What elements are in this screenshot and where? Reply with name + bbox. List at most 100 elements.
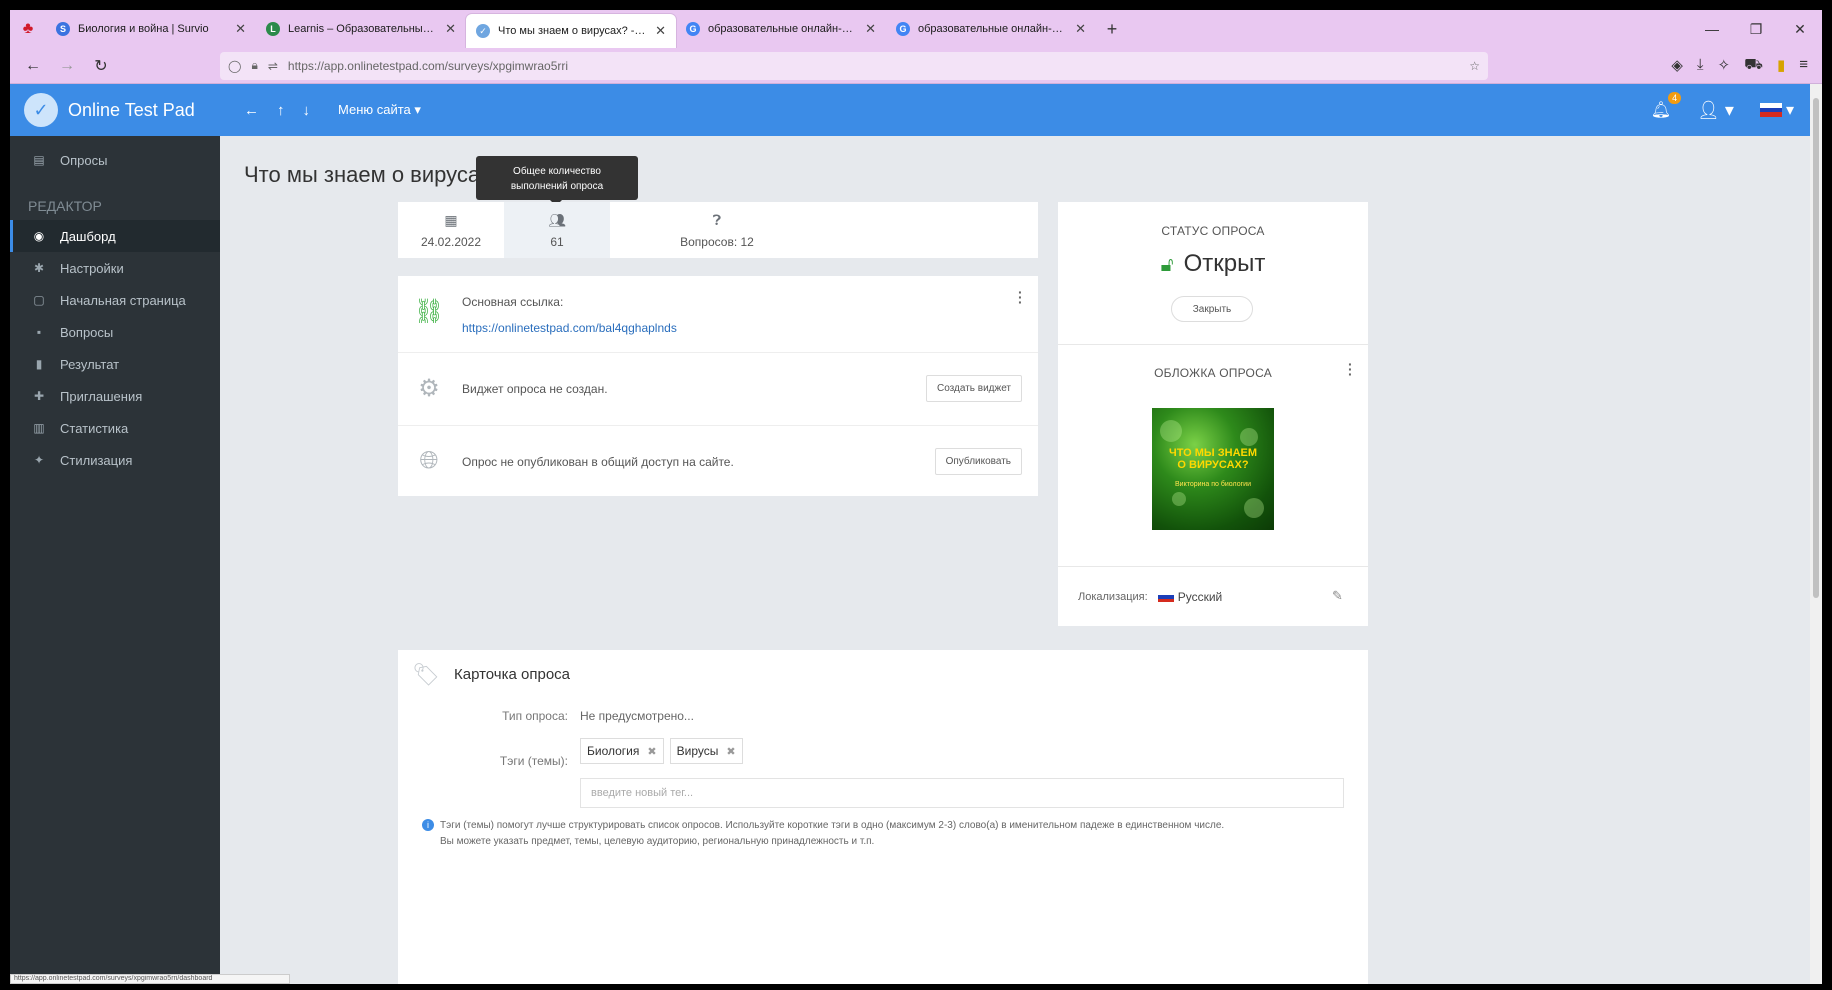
create-widget-button[interactable]: Создать виджет	[925, 375, 1022, 402]
browser-tab[interactable]: Gобразовательные онлайн-сер ✕	[886, 10, 1096, 48]
pocket-icon[interactable]: ◈	[1671, 56, 1683, 75]
brand[interactable]: ✓ Online Test Pad	[10, 84, 220, 136]
notifications-badge: 4	[1668, 92, 1682, 104]
user-menu-icon[interactable]: 👤︎ ▾	[1697, 100, 1734, 121]
new-tag-input[interactable]	[580, 778, 1344, 808]
stat-date: ▦ 24.02.2022	[398, 202, 504, 258]
extension-icon[interactable]: ✧	[1718, 56, 1731, 75]
close-survey-button[interactable]: Закрыть	[1171, 296, 1253, 322]
surveys-icon: ▤	[33, 153, 45, 167]
onlinetestpad-icon: ✓	[476, 24, 490, 38]
links-card: ⛓︎ Основная ссылка: https://onlinetestpa…	[398, 276, 1038, 496]
tag-chip: Вирусы ✖	[669, 738, 743, 764]
forward-icon[interactable]: →	[52, 52, 82, 80]
sidebar-item[interactable]: ▮ Результат	[10, 348, 220, 380]
scrollbar[interactable]	[1810, 84, 1822, 984]
minimize-icon[interactable]: —	[1690, 10, 1734, 48]
back-arrow-icon[interactable]: ←	[244, 102, 259, 119]
sidebar-item[interactable]: ✱ Настройки	[10, 252, 220, 284]
tab-close-icon[interactable]: ✕	[655, 23, 666, 39]
sidebar-item[interactable]: ▥ Статистика	[10, 412, 220, 444]
sidebar-item-label: Начальная страница	[60, 292, 186, 308]
divider	[1058, 566, 1368, 567]
link-chain-icon: ⛓︎	[413, 297, 445, 325]
gear-icon: ✱	[33, 261, 45, 275]
stat-completions-value: 61	[550, 234, 564, 249]
locale-value-text: Русский	[1177, 590, 1223, 604]
restore-icon[interactable]: ❐	[1734, 10, 1778, 48]
sidebar-item-label: Статистика	[60, 420, 129, 436]
main-link-label: Основная ссылка:	[462, 295, 564, 309]
publish-button[interactable]: Опубликовать	[934, 448, 1022, 475]
address-bar[interactable]: ◯ 🔒︎ ⇌ https://app.onlinetestpad.com/sur…	[220, 51, 1488, 80]
remove-tag-icon[interactable]: ✖	[647, 745, 656, 758]
sidebar-item[interactable]: ✦ Стилизация	[10, 444, 220, 476]
sidebar-item[interactable]: ◉ Дашборд	[10, 220, 220, 252]
tag-label: Вирусы	[676, 744, 719, 758]
tab-title: образовательные онлайн-сер	[708, 23, 858, 35]
stats-card: ▦ 24.02.2022 👥︎ 61 ❓︎ Вопросов: 12	[398, 202, 1038, 258]
sidebar-item-surveys[interactable]: ▤ Опросы	[10, 136, 220, 184]
up-arrow-icon[interactable]: ↑	[277, 102, 285, 119]
stat-date-value: 24.02.2022	[420, 234, 482, 249]
tab-close-icon[interactable]: ✕	[865, 21, 876, 37]
download-icon[interactable]: ⤓	[1697, 56, 1704, 75]
link-status-tooltip: https://app.onlinetestpad.com/surveys/xp…	[10, 974, 290, 984]
down-arrow-icon[interactable]: ↓	[303, 102, 311, 119]
tooltip-line: выполнений опроса	[510, 181, 604, 192]
results-icon: ▮	[35, 357, 43, 371]
scroll-thumb[interactable]	[1813, 98, 1819, 598]
cover-subtitle: Викторина по биологии	[1175, 481, 1251, 488]
browser-tab[interactable]: ✓ Что мы знаем о вирусах? - On ✕	[466, 14, 676, 48]
back-icon[interactable]: ←	[18, 52, 48, 80]
tab-close-icon[interactable]: ✕	[445, 21, 456, 37]
tab-close-icon[interactable]: ✕	[235, 21, 246, 37]
close-window-icon[interactable]: ✕	[1778, 10, 1822, 48]
language-flag-dropdown[interactable]: ▾	[1759, 100, 1794, 120]
widget-gear-icon: ⚙︎	[418, 374, 440, 402]
cover-more-vert-icon[interactable]: · · ·	[1348, 357, 1353, 381]
site-menu-label: Меню сайта	[338, 102, 411, 117]
locale-value: Русский	[1157, 590, 1223, 604]
tab-close-icon[interactable]: ✕	[1075, 21, 1086, 37]
russian-flag-icon	[1759, 103, 1782, 118]
chart-icon: ▥	[33, 421, 45, 435]
widget-text: Виджет опроса не создан.	[462, 382, 608, 396]
remove-tag-icon[interactable]: ✖	[726, 745, 735, 758]
more-vert-icon[interactable]: · · ·	[1018, 285, 1023, 309]
status-label: СТАТУС ОПРОСА	[1161, 224, 1265, 238]
browser-tab[interactable]: L Learnis – Образовательные сер ✕	[256, 10, 466, 48]
sidebar-item[interactable]: ▪ Вопросы	[10, 316, 220, 348]
russian-flag-icon	[1157, 592, 1174, 602]
navigation-bar: ← → ↻ ◯ 🔒︎ ⇌ https://app.onlinetestpad.c…	[10, 48, 1822, 84]
cover-image[interactable]: ЧТО МЫ ЗНАЕМ О ВИРУСАХ? Викторина по био…	[1152, 408, 1274, 530]
header-nav: ← ↑ ↓ Меню сайта ▾	[244, 102, 421, 119]
bookmark-flag-icon[interactable]: ▮	[1777, 56, 1785, 75]
cart-icon[interactable]: ⛟	[1744, 56, 1763, 75]
site-menu-dropdown[interactable]: Меню сайта ▾	[338, 102, 421, 118]
notifications-bell-icon[interactable]: 🔔︎ 4	[1651, 92, 1682, 120]
main-link-url[interactable]: https://onlinetestpad.com/bal4qghaplnds	[462, 321, 677, 335]
browser-tab[interactable]: S Биология и война | Survio ✕	[46, 10, 256, 48]
virus-dot	[1172, 492, 1186, 506]
tooltip: Общее количество выполнений опроса	[476, 156, 638, 206]
browser-tab[interactable]: Gобразовательные онлайн-сер ✕	[676, 10, 886, 48]
sidebar-item-label: Вопросы	[60, 324, 114, 340]
pencil-icon[interactable]: ✎	[1332, 588, 1343, 604]
bookmark-star-icon[interactable]: ☆	[1469, 59, 1480, 73]
reload-icon[interactable]: ↻	[86, 52, 116, 80]
shield-icon: ◯	[228, 58, 242, 73]
sidebar-item-label: Дашборд	[60, 228, 116, 244]
menu-icon[interactable]: ≡	[1799, 56, 1808, 75]
hint-line: Тэги (темы) помогут лучше структурироват…	[440, 820, 1225, 831]
sidebar-item[interactable]: ▢ Начальная страница	[10, 284, 220, 316]
new-tab-button[interactable]: +	[1096, 10, 1128, 48]
tab-bar: ♣ S Биология и война | Survio ✕ L Learnis – …	[10, 10, 1822, 48]
stat-completions[interactable]: 👥︎ 61	[504, 202, 610, 258]
survey-type-value[interactable]: Не предусмотрено...	[580, 709, 694, 723]
sidebar-items: ◉ Дашборд ✱ Настройки ▢ Начальная страница ▪ Во…	[10, 220, 220, 476]
survey-type-label: Тип опроса:	[502, 709, 568, 723]
sidebar-item[interactable]: ✚ Приглашения	[10, 380, 220, 412]
locale-label: Локализация:	[1078, 591, 1148, 603]
sidebar-item-label: Стилизация	[60, 452, 133, 468]
